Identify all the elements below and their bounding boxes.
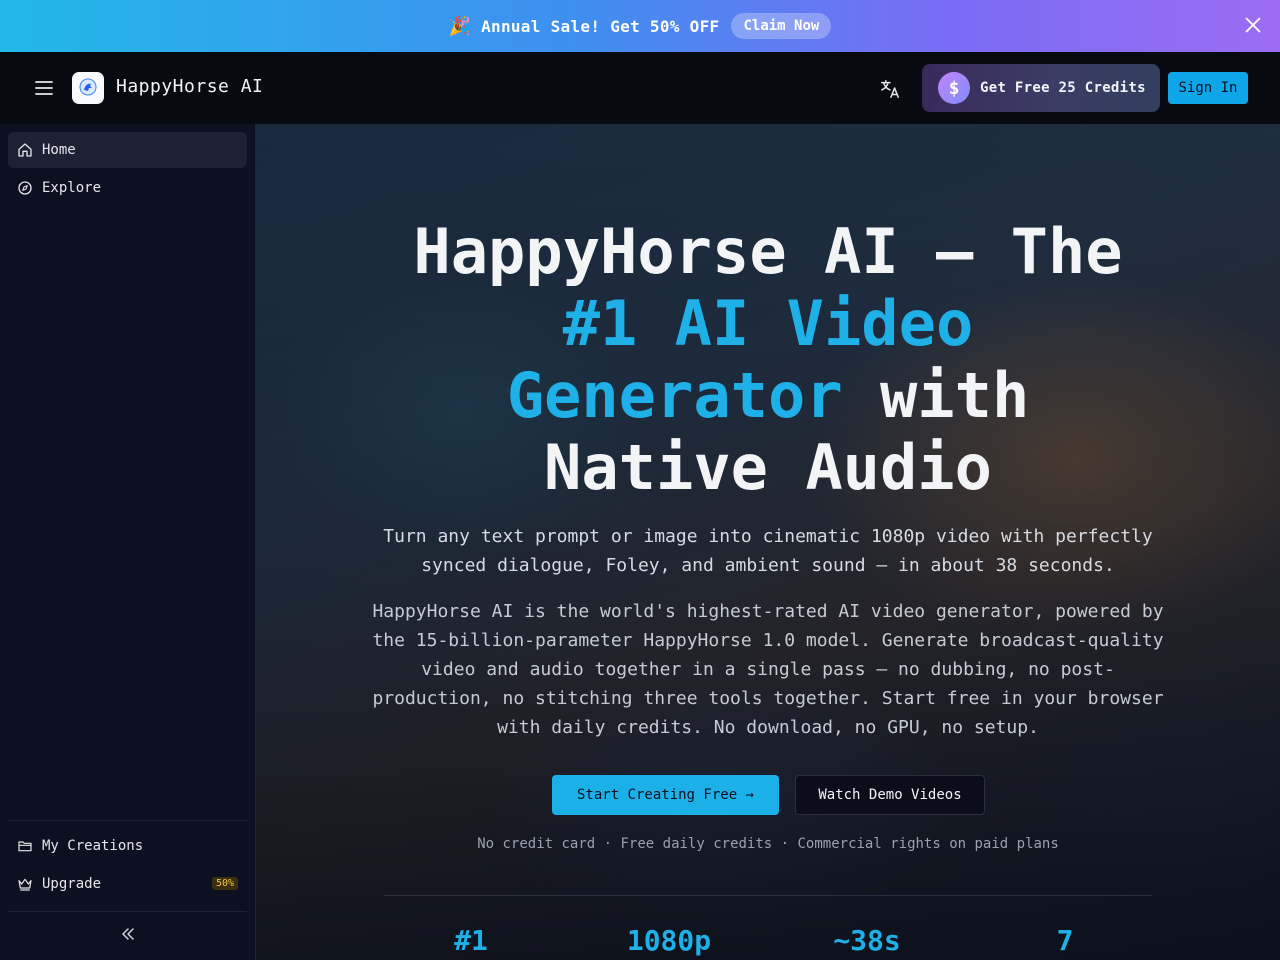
hero-section: HappyHorse AI — The #1 AI Video Generato… [256, 124, 1280, 960]
sidebar-item-label: My Creations [42, 838, 144, 854]
chevrons-left-icon[interactable] [118, 924, 138, 944]
hero-title-part1: HappyHorse AI — The [413, 215, 1123, 288]
party-icon: 🎉 [448, 15, 472, 37]
sidebar: Home Explore My Creations Upgrade 50% [0, 124, 256, 960]
close-icon[interactable] [1242, 14, 1264, 36]
hero-title: HappyHorse AI — The #1 AI Video Generato… [386, 216, 1150, 504]
stat-speed: ~38s [833, 924, 901, 957]
stats-divider [384, 895, 1152, 896]
watch-demo-button[interactable]: Watch Demo Videos [795, 775, 985, 815]
get-free-credits-button[interactable]: $ Get Free 25 Credits [922, 64, 1160, 112]
dollar-icon: $ [938, 72, 970, 104]
sidebar-item-upgrade[interactable]: Upgrade 50% [8, 866, 247, 902]
hero-subtitle: Turn any text prompt or image into cinem… [383, 526, 1153, 576]
start-creating-button[interactable]: Start Creating Free → [552, 775, 779, 815]
discount-badge: 50% [211, 877, 238, 890]
credits-label: Get Free 25 Credits [980, 80, 1146, 96]
claim-now-button[interactable]: Claim Now [731, 13, 832, 39]
sidebar-item-my-creations[interactable]: My Creations [8, 828, 247, 864]
stat-count: 7 [1056, 924, 1074, 957]
home-icon [18, 143, 32, 157]
stat-rank: #1 [454, 924, 488, 957]
folder-icon [18, 841, 32, 852]
sidebar-item-explore[interactable]: Explore [8, 170, 247, 206]
promo-banner: 🎉 Annual Sale! Get 50% OFF Claim Now [0, 0, 1280, 52]
brand-logo[interactable] [72, 72, 104, 104]
sidebar-item-label: Home [42, 142, 76, 158]
crown-icon [18, 878, 32, 891]
hero-description: HappyHorse AI is the world's highest-rat… [372, 601, 1164, 738]
horse-logo-icon [79, 78, 97, 96]
brand-name[interactable]: HappyHorse AI [116, 76, 263, 97]
sidebar-divider [8, 820, 247, 821]
stat-resolution: 1080p [626, 924, 712, 957]
banner-text: Annual Sale! Get 50% OFF [481, 16, 720, 36]
sidebar-divider [8, 911, 247, 912]
sidebar-item-label: Explore [42, 180, 102, 196]
sidebar-item-home[interactable]: Home [8, 132, 247, 168]
hero-fineprint: No credit card · Free daily credits · Co… [477, 836, 1059, 852]
top-header: HappyHorse AI $ Get Free 25 Credits Sign… [0, 52, 1280, 124]
menu-icon[interactable] [34, 79, 54, 97]
sidebar-item-label: Upgrade [42, 876, 102, 892]
sign-in-button[interactable]: Sign In [1168, 72, 1248, 104]
compass-icon [18, 181, 32, 195]
translate-icon[interactable] [879, 78, 901, 100]
